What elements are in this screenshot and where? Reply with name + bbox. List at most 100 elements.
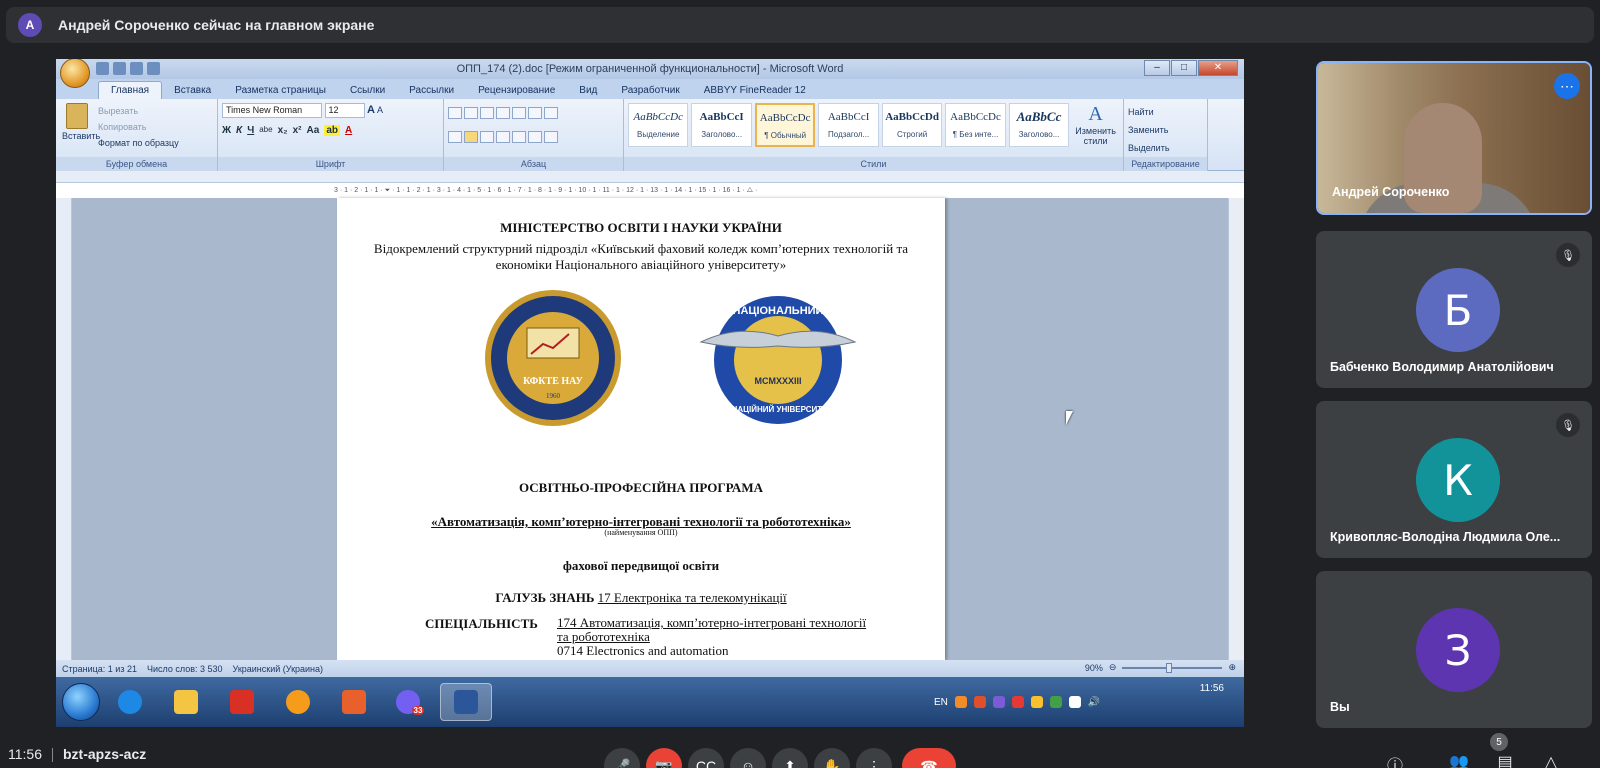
underline-button[interactable]: Ч [247,125,254,136]
tab-mailings[interactable]: Рассылки [397,82,466,99]
tray-volume-icon[interactable]: 🔊 [1088,697,1100,708]
participant-tile-self[interactable]: З Вы [1316,571,1592,728]
participant-tile[interactable]: 🎙 К Кривопляс-Володіна Людмила Оле... [1316,401,1592,558]
zoom-slider[interactable] [1122,662,1223,673]
align-left-icon[interactable] [448,131,462,143]
meeting-code[interactable]: bzt-apzs-acz [63,746,146,762]
horizontal-ruler[interactable]: 3 · 1 · 2 · 1 · 1 · ⏷ · 1 · 1 · 2 · 1 · … [56,171,1244,194]
participant-tile-presenter[interactable]: ⋯ Андрей Сороченко [1316,61,1592,215]
font-color-icon[interactable]: A [345,125,352,136]
replace-button[interactable]: Заменить [1128,121,1203,139]
tab-page-layout[interactable]: Разметка страницы [223,82,338,99]
tab-developer[interactable]: Разработчик [609,82,691,99]
taskbar-browser-icon[interactable] [272,683,324,721]
tab-abbyy[interactable]: ABBYY FineReader 12 [692,82,818,99]
strike-button[interactable]: abe [259,125,272,136]
find-button[interactable]: Найти [1128,103,1203,121]
tray-icon-6[interactable] [1049,696,1062,708]
status-language[interactable]: Украинский (Украина) [233,664,324,674]
justify-icon[interactable] [496,131,510,143]
vertical-ruler[interactable] [56,198,72,660]
pilcrow-icon[interactable] [544,107,558,119]
style-strong[interactable]: AaBbCcDd Строгий [881,103,943,147]
taskbar-app-icon[interactable] [328,683,380,721]
style-subtitle[interactable]: AaBbCcI Подзагол... [818,103,879,147]
maximize-button[interactable]: □ [1171,60,1197,76]
style-heading1[interactable]: AaBbCcI Заголово... [691,103,752,147]
chat-icon[interactable]: ▤ [1494,752,1516,768]
numbering-icon[interactable] [464,107,478,119]
zoom-out-icon[interactable]: ⊖ [1109,662,1117,673]
taskbar-pdf-icon[interactable] [216,683,268,721]
document-page[interactable]: МІНІСТЕРСТВО ОСВІТИ І НАУКИ УКРАЇНИ Відо… [337,198,945,660]
tray-lang[interactable]: EN [934,697,948,708]
close-button[interactable]: ✕ [1198,60,1238,76]
participant-tile[interactable]: 🎙 Б Бабченко Володимир Анатолійович [1316,231,1592,388]
select-button[interactable]: Выделить [1128,139,1203,157]
style-normal[interactable]: AaBbCcDc ¶ Обычный [754,103,816,147]
end-call-button[interactable]: ☎ [902,748,956,768]
sort-icon[interactable] [528,107,542,119]
align-right-icon[interactable] [480,131,494,143]
style-no-spacing[interactable]: AaBbCcDc ¶ Без инте... [945,103,1006,147]
status-words[interactable]: Число слов: 3 530 [147,664,223,674]
zoom-in-icon[interactable]: ⊕ [1228,662,1236,673]
increase-indent-icon[interactable] [512,107,526,119]
subscript-button[interactable]: x₂ [278,125,288,136]
taskbar-viber-icon[interactable]: 33 [384,683,436,721]
tray-network-icon[interactable] [1068,696,1081,708]
tray-icon-5[interactable] [1030,696,1043,708]
tab-review[interactable]: Рецензирование [466,82,567,99]
taskbar-ie-icon[interactable] [104,683,156,721]
tab-view[interactable]: Вид [567,82,609,99]
tray-icon-3[interactable] [992,696,1005,708]
start-button[interactable] [62,683,100,721]
change-styles-button[interactable]: A Изменить стили [1072,103,1119,147]
zoom-level[interactable]: 90% [1085,663,1103,673]
taskbar-explorer-icon[interactable] [160,683,212,721]
multilevel-icon[interactable] [480,107,494,119]
format-painter-button[interactable]: Формат по образцу [98,135,179,151]
meeting-details-icon[interactable]: ⓘ [1384,752,1406,768]
quick-access-toolbar[interactable] [96,62,160,75]
window-controls[interactable]: – □ ✕ [1144,60,1238,76]
font-size-select[interactable]: 12 [324,103,365,118]
paste-button[interactable]: Вставить [62,103,100,151]
shading-icon[interactable] [528,131,542,143]
document-area[interactable]: МІНІСТЕРСТВО ОСВІТИ І НАУКИ УКРАЇНИ Відо… [56,198,1244,660]
bullets-icon[interactable] [448,107,462,119]
office-button[interactable] [60,59,90,88]
align-center-icon[interactable] [464,131,478,143]
italic-button[interactable]: К [236,125,242,136]
cut-button[interactable]: Вырезать [98,103,179,119]
taskbar-word-icon[interactable] [440,683,492,721]
font-name-select[interactable]: Times New Roman [222,103,322,118]
tab-references[interactable]: Ссылки [338,82,397,99]
tray-icon-2[interactable] [973,696,986,708]
copy-button[interactable]: Копировать [98,119,179,135]
borders-icon[interactable] [544,131,558,143]
zoom-slider-knob[interactable] [1166,662,1173,673]
style-heading2[interactable]: AaBbCc Заголово... [1008,103,1070,147]
more-options-icon[interactable]: ⋯ [1554,73,1580,99]
line-spacing-icon[interactable] [512,131,526,143]
highlight-icon[interactable]: ab [324,125,340,136]
tab-insert[interactable]: Вставка [162,82,223,99]
activities-icon[interactable]: △ [1540,752,1562,768]
style-emphasis[interactable]: AaBbCcDc Выделение [628,103,689,147]
superscript-button[interactable]: x² [293,125,302,136]
change-case-button[interactable]: Aa [307,125,320,136]
tray-icon-1[interactable] [954,696,967,708]
bold-button[interactable]: Ж [222,125,231,136]
minimize-button[interactable]: – [1144,60,1170,76]
tray-clock[interactable]: 11:56 [1200,683,1224,694]
vertical-scrollbar[interactable] [1228,198,1244,660]
tray-icon-4[interactable] [1011,696,1024,708]
decrease-indent-icon[interactable] [496,107,510,119]
status-page[interactable]: Страница: 1 из 21 [62,664,137,674]
people-icon[interactable]: 👥 [1448,752,1470,768]
grow-font-button[interactable]: A [367,104,375,116]
zoom-control[interactable]: 90% ⊖ ⊕ [1085,662,1236,673]
tab-home[interactable]: Главная [98,81,163,99]
shrink-font-button[interactable]: A [377,105,383,115]
